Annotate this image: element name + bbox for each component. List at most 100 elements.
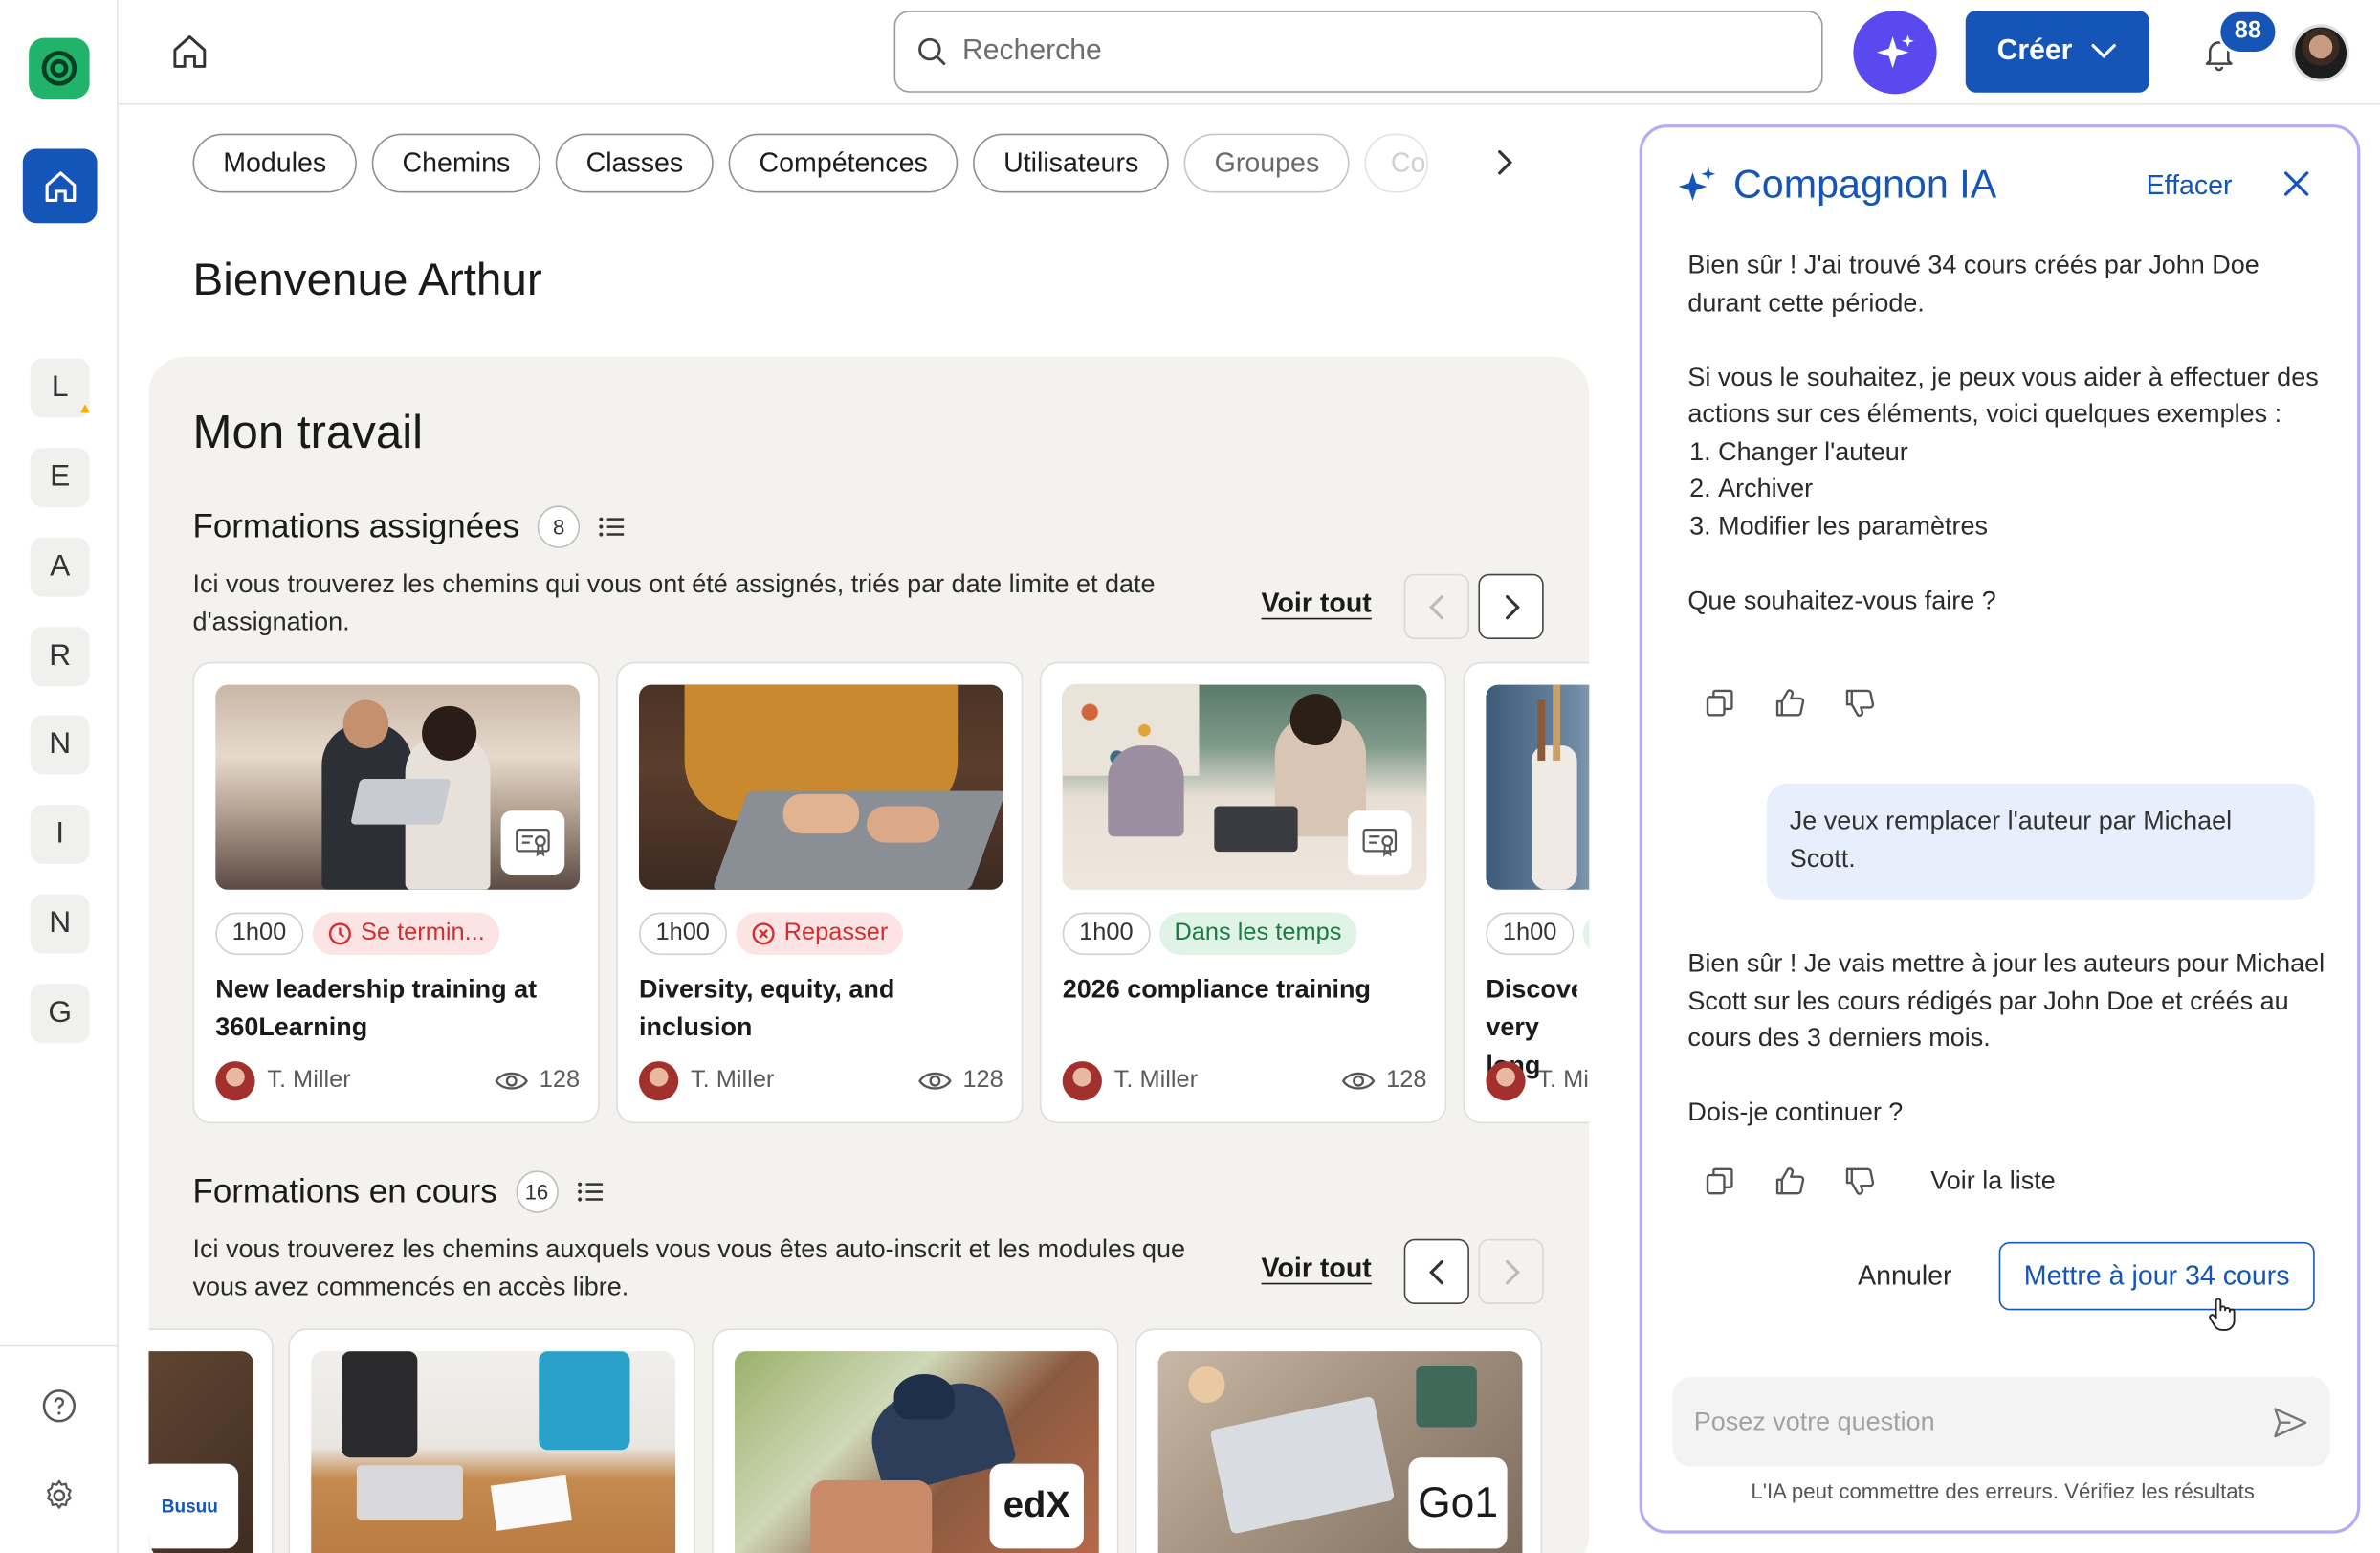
search-input[interactable]: [961, 34, 1752, 69]
ai-message-text: Bien sûr ! Je vais mettre à jour les aut…: [1687, 948, 2325, 1053]
close-icon[interactable]: [2280, 167, 2313, 201]
chip-groupes[interactable]: Groupes: [1183, 133, 1350, 193]
course-author: T. Miller: [215, 1061, 351, 1101]
course-card[interactable]: 1h00 Discover very long T. Mi: [1463, 661, 1590, 1124]
course-title: 2026 compliance training: [1062, 974, 1372, 1004]
course-card[interactable]: edX: [712, 1328, 1119, 1553]
rail-footer: [0, 1344, 119, 1553]
workspace-r[interactable]: R: [30, 627, 90, 687]
chip-competences[interactable]: Compétences: [728, 133, 959, 193]
workspace-n2[interactable]: N: [30, 894, 90, 954]
course-tags: 1h00: [1486, 912, 1590, 956]
x-circle-icon: [751, 922, 774, 945]
user-message: Je veux remplacer l'auteur par Michael S…: [1766, 783, 2315, 900]
ai-question-box[interactable]: [1672, 1377, 2330, 1467]
duration-tag: 1h00: [639, 912, 727, 956]
in-progress-title: Formations en cours: [192, 1171, 497, 1210]
avatar[interactable]: [2291, 24, 2350, 82]
course-thumbnail: [311, 1351, 676, 1553]
eye-icon: [495, 1072, 529, 1090]
see-list-link[interactable]: Voir la liste: [1930, 1166, 2055, 1197]
carousel-prev-button[interactable]: [1403, 1238, 1469, 1304]
list-view-icon[interactable]: [576, 1180, 604, 1204]
course-card[interactable]: Go1: [1135, 1328, 1543, 1553]
list-view-icon[interactable]: [599, 515, 627, 539]
rail-home-button[interactable]: [22, 148, 98, 224]
author-avatar: [215, 1061, 255, 1101]
chip-modules[interactable]: Modules: [192, 133, 357, 193]
thumbs-up-icon[interactable]: [1773, 1165, 1806, 1198]
provider-label: edX: [1003, 1484, 1070, 1526]
gear-icon[interactable]: [39, 1475, 78, 1515]
course-card[interactable]: Busuu: [148, 1328, 274, 1553]
chevron-right-icon[interactable]: [1488, 145, 1521, 179]
workspace-g[interactable]: G: [30, 984, 90, 1044]
count-badge: 16: [515, 1170, 559, 1213]
top-bar: Créer 88: [118, 0, 2380, 105]
chip-classes[interactable]: Classes: [555, 133, 714, 193]
chip-overflow[interactable]: Co: [1364, 133, 1429, 193]
workspace-i[interactable]: I: [30, 804, 90, 864]
workspace-l[interactable]: L ▲: [30, 358, 93, 418]
clear-button[interactable]: Effacer: [2147, 170, 2233, 202]
course-thumbnail: [215, 684, 581, 890]
course-card[interactable]: 1h00 Dans les temps 2026 compliance trai…: [1039, 661, 1447, 1124]
course-card[interactable]: [288, 1328, 695, 1553]
author-avatar: [639, 1061, 679, 1101]
course-card[interactable]: 1h00 Repasser Diversity, equity, and inc…: [616, 661, 1024, 1124]
course-thumbnail: Busuu: [148, 1351, 253, 1553]
workspace-label: I: [55, 816, 65, 851]
home-icon[interactable]: [170, 32, 209, 71]
carousel-prev-button[interactable]: [1403, 573, 1469, 640]
course-title: Diversity, equity, and inclusion: [639, 974, 895, 1042]
course-author: T. Miller: [639, 1061, 775, 1101]
workspace-a[interactable]: A: [30, 537, 90, 597]
ai-message: Bien sûr ! Je vais mettre à jour les aut…: [1687, 946, 2325, 1169]
ai-message-text: Bien sûr ! J'ai trouvé 34 cours créés pa…: [1687, 250, 2259, 317]
provider-logo: edX: [989, 1463, 1084, 1549]
app-logo[interactable]: [29, 37, 90, 100]
help-icon[interactable]: [39, 1387, 78, 1426]
thumbs-down-icon[interactable]: [1842, 686, 1876, 720]
cancel-button[interactable]: Annuler: [1858, 1260, 1951, 1292]
course-card[interactable]: 1h00 Se termin... New leadership trainin…: [192, 661, 600, 1124]
chip-utilisateurs[interactable]: Utilisateurs: [973, 133, 1170, 193]
list-item: Modifier les paramètres: [1718, 508, 2325, 545]
ai-companion-panel: Compagnon IA Effacer Bien sûr ! J'ai tro…: [1639, 124, 2361, 1534]
workspace-e[interactable]: E: [30, 448, 90, 507]
course-thumbnail: Go1: [1157, 1351, 1523, 1553]
search-icon: [918, 37, 946, 66]
question-input[interactable]: [1693, 1407, 2240, 1437]
carousel-next-button[interactable]: [1478, 1238, 1544, 1304]
provider-label: Busuu: [161, 1495, 218, 1518]
send-icon[interactable]: [2272, 1405, 2308, 1438]
status-badge: Se termin...: [312, 912, 500, 956]
course-thumbnail: [1062, 684, 1427, 890]
views-count: 128: [539, 1067, 581, 1094]
search-bar[interactable]: [893, 11, 1823, 93]
duration-tag: 1h00: [215, 912, 303, 956]
chip-chemins[interactable]: Chemins: [371, 133, 540, 193]
create-button[interactable]: Créer: [1965, 11, 2149, 93]
notification-badge: 88: [2217, 9, 2279, 55]
logo-icon: [41, 51, 77, 86]
crown-icon: ▲: [77, 400, 93, 418]
author-avatar: [1062, 1061, 1102, 1101]
copy-icon[interactable]: [1703, 686, 1736, 720]
carousel-next-button[interactable]: [1478, 573, 1544, 640]
ai-title: Compagnon IA: [1733, 161, 1997, 207]
thumbs-up-icon[interactable]: [1773, 686, 1806, 720]
provider-logo: Busuu: [148, 1463, 239, 1549]
ai-message: Bien sûr ! J'ai trouvé 34 cours créés pa…: [1687, 248, 2325, 657]
workspace-n[interactable]: N: [30, 715, 90, 775]
thumbs-down-icon[interactable]: [1842, 1165, 1876, 1198]
copy-icon[interactable]: [1703, 1165, 1736, 1198]
in-progress-description: Ici vous trouverez les chemins auxquels …: [192, 1233, 1186, 1301]
ai-companion-button[interactable]: [1853, 11, 1937, 95]
workspace-label: G: [48, 995, 73, 1030]
see-all-link[interactable]: Voir tout: [1262, 588, 1372, 619]
see-all-link[interactable]: Voir tout: [1262, 1253, 1372, 1284]
assigned-description: Ici vous trouverez les chemins qui vous …: [192, 569, 1156, 636]
author-name: T. Miller: [690, 1067, 775, 1094]
confirm-update-button[interactable]: Mettre à jour 34 cours: [1998, 1241, 2315, 1311]
